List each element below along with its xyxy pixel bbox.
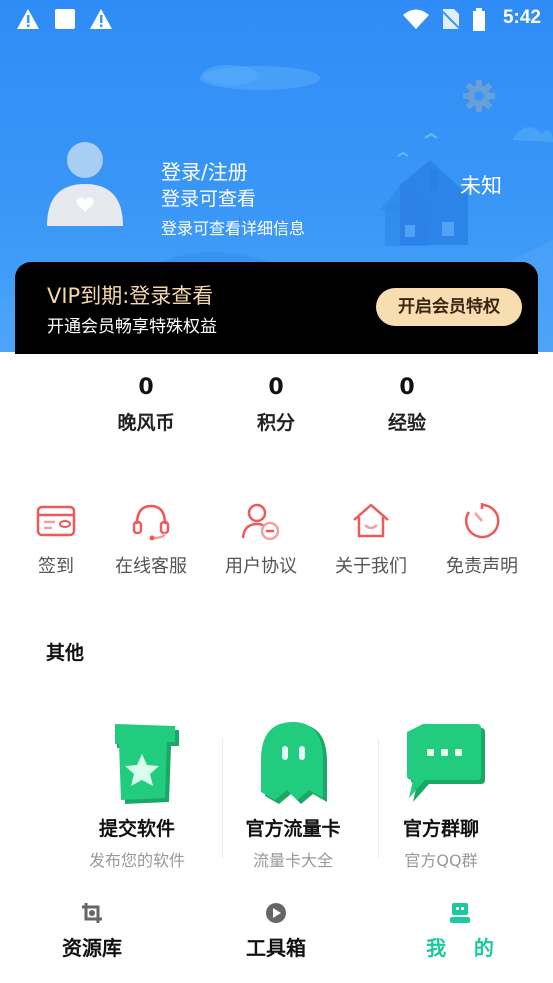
no-sim-icon bbox=[441, 9, 461, 30]
stat-label: 积分 bbox=[256, 412, 295, 434]
square-icon bbox=[55, 9, 75, 29]
card-icon bbox=[36, 505, 76, 537]
menu-item-about[interactable]: 关于我们 bbox=[321, 500, 421, 578]
menu-item-support[interactable]: 在线客服 bbox=[101, 500, 201, 578]
app-name: 官方群聊 bbox=[402, 818, 479, 840]
play-icon bbox=[266, 903, 286, 923]
stat-points[interactable]: 0 积分 bbox=[226, 375, 326, 435]
menu-label: 签到 bbox=[38, 556, 74, 577]
tab-resources[interactable]: 资源库 bbox=[32, 902, 152, 961]
chat-bubble-icon bbox=[407, 724, 485, 802]
app-description: 发布您的软件 bbox=[88, 851, 185, 870]
login-hint: 登录可查看 bbox=[161, 188, 257, 210]
crop-icon bbox=[82, 903, 102, 923]
ghost-icon bbox=[261, 722, 327, 804]
user-minus-icon bbox=[241, 503, 280, 541]
battery-icon bbox=[473, 8, 485, 31]
menu-label: 关于我们 bbox=[335, 556, 407, 577]
menu-item-agreement[interactable]: 用户协议 bbox=[211, 500, 311, 578]
alert-icon bbox=[90, 9, 112, 29]
status-bar: 5:42 bbox=[0, 0, 553, 40]
app-description: 流量卡大全 bbox=[252, 851, 333, 870]
tab-label: 工具箱 bbox=[246, 936, 306, 960]
login-register-link[interactable]: 登录/注册 bbox=[161, 156, 248, 185]
vip-expiry: VIP到期:登录查看 bbox=[47, 284, 214, 308]
stat-experience[interactable]: 0 经验 bbox=[357, 375, 457, 435]
stat-label: 晚风币 bbox=[117, 412, 175, 434]
timer-icon bbox=[464, 503, 500, 539]
alert-icon bbox=[17, 9, 39, 29]
tab-toolbox[interactable]: 工具箱 bbox=[216, 902, 336, 961]
login-description: 登录可查看详细信息 bbox=[161, 219, 306, 238]
open-vip-button[interactable]: 开启会员特权 bbox=[376, 288, 522, 326]
app-name: 提交软件 bbox=[98, 818, 175, 840]
app-description: 官方QQ群 bbox=[404, 851, 478, 870]
stat-value: 0 bbox=[399, 375, 415, 400]
user-status: 未知 bbox=[460, 174, 502, 198]
stat-coins[interactable]: 0 晚风币 bbox=[96, 375, 196, 435]
star-box-icon bbox=[115, 724, 179, 804]
stat-value: 0 bbox=[138, 375, 154, 400]
tab-label: 资源库 bbox=[62, 936, 122, 960]
robot-icon bbox=[450, 903, 470, 923]
wifi-icon bbox=[403, 9, 429, 29]
app-name: 官方流量卡 bbox=[245, 818, 341, 840]
avatar-placeholder-icon[interactable] bbox=[47, 140, 123, 230]
stat-value: 0 bbox=[268, 375, 284, 400]
bottom-tab-bar: 资源库 工具箱 我 的 bbox=[0, 890, 553, 983]
menu-label: 在线客服 bbox=[115, 556, 187, 577]
vip-subtitle: 开通会员畅享特殊权益 bbox=[47, 317, 217, 337]
section-title-other: 其他 bbox=[46, 642, 85, 664]
headset-icon bbox=[132, 504, 170, 541]
menu-label: 免责声明 bbox=[446, 556, 518, 577]
app-official-group[interactable]: 官方群聊 官方QQ群 bbox=[366, 718, 516, 871]
menu-item-checkin[interactable]: 签到 bbox=[6, 500, 106, 578]
gear-icon[interactable] bbox=[461, 78, 497, 114]
clock-time: 5:42 bbox=[502, 7, 541, 28]
menu-label: 用户协议 bbox=[225, 556, 297, 577]
app-data-card[interactable]: 官方流量卡 流量卡大全 bbox=[218, 718, 368, 871]
menu-item-disclaimer[interactable]: 免责声明 bbox=[432, 500, 532, 578]
stat-label: 经验 bbox=[387, 412, 426, 434]
app-submit-software[interactable]: 提交软件 发布您的软件 bbox=[62, 718, 212, 871]
tab-mine[interactable]: 我 的 bbox=[400, 902, 520, 961]
vip-card: VIP到期:登录查看 开通会员畅享特殊权益 开启会员特权 bbox=[15, 262, 538, 354]
home-smile-icon bbox=[353, 503, 389, 538]
tab-label: 我 的 bbox=[426, 936, 494, 960]
